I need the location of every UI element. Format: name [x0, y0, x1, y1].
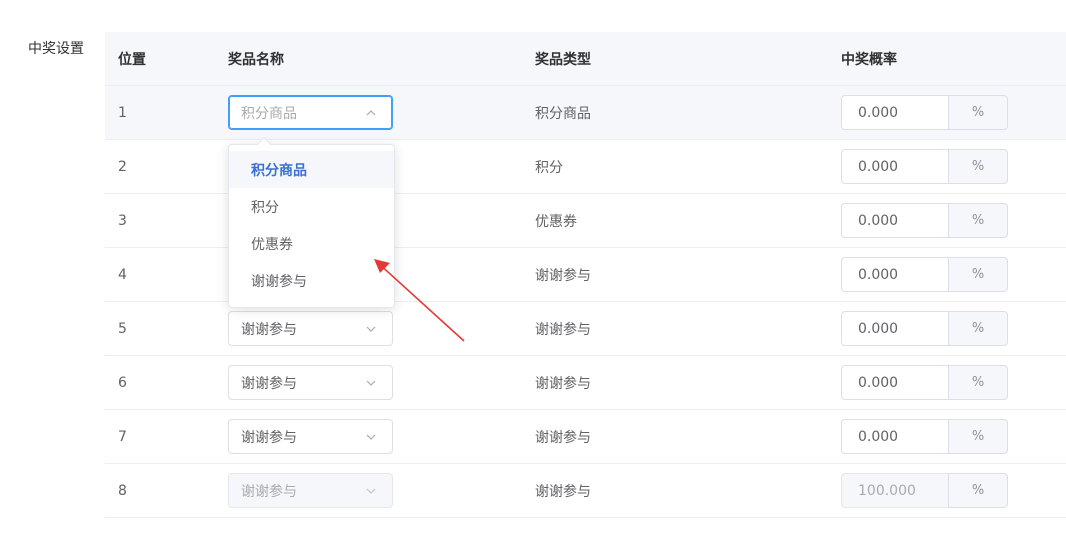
probability-cell: 0.000 %	[841, 86, 1008, 139]
annotation-arrow-icon	[374, 259, 465, 342]
probability-input-group: 0.000 %	[841, 365, 1008, 400]
section-label: 中奖设置	[28, 41, 84, 57]
percent-suffix: %	[948, 473, 1008, 508]
prize-name-cell: 谢谢参与	[228, 464, 393, 517]
chevron-down-icon	[364, 430, 378, 444]
prize-type: 谢谢参与	[535, 375, 591, 392]
prize-name-select-value: 谢谢参与	[241, 375, 297, 392]
prize-type: 优惠券	[535, 213, 577, 230]
probability-input[interactable]: 0.000	[841, 365, 948, 400]
row-position: 7	[118, 428, 127, 445]
prize-name-select[interactable]: 积分商品	[228, 95, 393, 130]
probability-input[interactable]: 0.000	[841, 419, 948, 454]
header-prize-name: 奖品名称	[228, 51, 284, 68]
prize-name-select-value: 谢谢参与	[241, 483, 297, 500]
table-row: 8 谢谢参与 谢谢参与 100.000 %	[105, 464, 1066, 518]
prize-name-cell: 谢谢参与	[228, 410, 393, 463]
prize-type: 谢谢参与	[535, 429, 591, 446]
table-row: 6 谢谢参与 谢谢参与 0.000 %	[105, 356, 1066, 410]
percent-suffix: %	[948, 365, 1008, 400]
row-position: 5	[118, 320, 127, 337]
table-header: 位置 奖品名称 奖品类型 中奖概率	[105, 32, 1066, 86]
probability-input[interactable]: 0.000	[841, 311, 948, 346]
chevron-down-icon	[364, 484, 378, 498]
probability-cell: 0.000 %	[841, 356, 1008, 409]
row-position: 4	[118, 266, 127, 283]
dropdown-option[interactable]: 积分商品	[229, 151, 394, 188]
prize-type: 谢谢参与	[535, 321, 591, 338]
prize-type: 积分商品	[535, 105, 591, 122]
dropdown-option[interactable]: 积分	[229, 188, 394, 225]
row-position: 2	[118, 158, 127, 175]
percent-suffix: %	[948, 203, 1008, 238]
prize-name-select-value: 积分商品	[241, 105, 297, 122]
percent-suffix: %	[948, 149, 1008, 184]
prize-name-select: 谢谢参与	[228, 473, 393, 508]
prize-name-cell: 谢谢参与	[228, 356, 393, 409]
probability-input-group: 0.000 %	[841, 419, 1008, 454]
percent-suffix: %	[948, 95, 1008, 130]
header-prize-type: 奖品类型	[535, 51, 591, 68]
probability-cell: 0.000 %	[841, 140, 1008, 193]
table-row: 1 积分商品 积分商品 0.000 %	[105, 86, 1066, 140]
prize-type: 积分	[535, 159, 563, 176]
row-position: 1	[118, 104, 127, 121]
probability-input-group: 0.000 %	[841, 149, 1008, 184]
probability-input[interactable]: 0.000	[841, 257, 948, 292]
probability-input-group: 0.000 %	[841, 257, 1008, 292]
prize-type: 谢谢参与	[535, 267, 591, 284]
header-probability: 中奖概率	[841, 51, 897, 68]
prize-name-select-value: 谢谢参与	[241, 321, 297, 338]
row-position: 6	[118, 374, 127, 391]
probability-input-group: 0.000 %	[841, 95, 1008, 130]
probability-cell: 0.000 %	[841, 302, 1008, 355]
prize-name-cell: 积分商品	[228, 86, 393, 139]
row-position: 8	[118, 482, 127, 499]
prize-name-select-value: 谢谢参与	[241, 429, 297, 446]
probability-cell: 0.000 %	[841, 410, 1008, 463]
table-row: 7 谢谢参与 谢谢参与 0.000 %	[105, 410, 1066, 464]
header-position: 位置	[118, 51, 146, 68]
probability-input-group: 0.000 %	[841, 311, 1008, 346]
percent-suffix: %	[948, 419, 1008, 454]
probability-cell: 0.000 %	[841, 248, 1008, 301]
probability-cell: 100.000 %	[841, 464, 1008, 517]
probability-input[interactable]: 0.000	[841, 95, 948, 130]
prize-type: 谢谢参与	[535, 483, 591, 500]
probability-input: 100.000	[841, 473, 948, 508]
prize-name-select[interactable]: 谢谢参与	[228, 419, 393, 454]
table-row: 5 谢谢参与 谢谢参与 0.000 %	[105, 302, 1066, 356]
chevron-up-icon	[364, 106, 378, 120]
probability-cell: 0.000 %	[841, 194, 1008, 247]
percent-suffix: %	[948, 311, 1008, 346]
prize-name-select[interactable]: 谢谢参与	[228, 365, 393, 400]
probability-input-group: 100.000 %	[841, 473, 1008, 508]
probability-input[interactable]: 0.000	[841, 203, 948, 238]
percent-suffix: %	[948, 257, 1008, 292]
probability-input-group: 0.000 %	[841, 203, 1008, 238]
probability-input[interactable]: 0.000	[841, 149, 948, 184]
chevron-down-icon	[364, 376, 378, 390]
row-position: 3	[118, 212, 127, 229]
